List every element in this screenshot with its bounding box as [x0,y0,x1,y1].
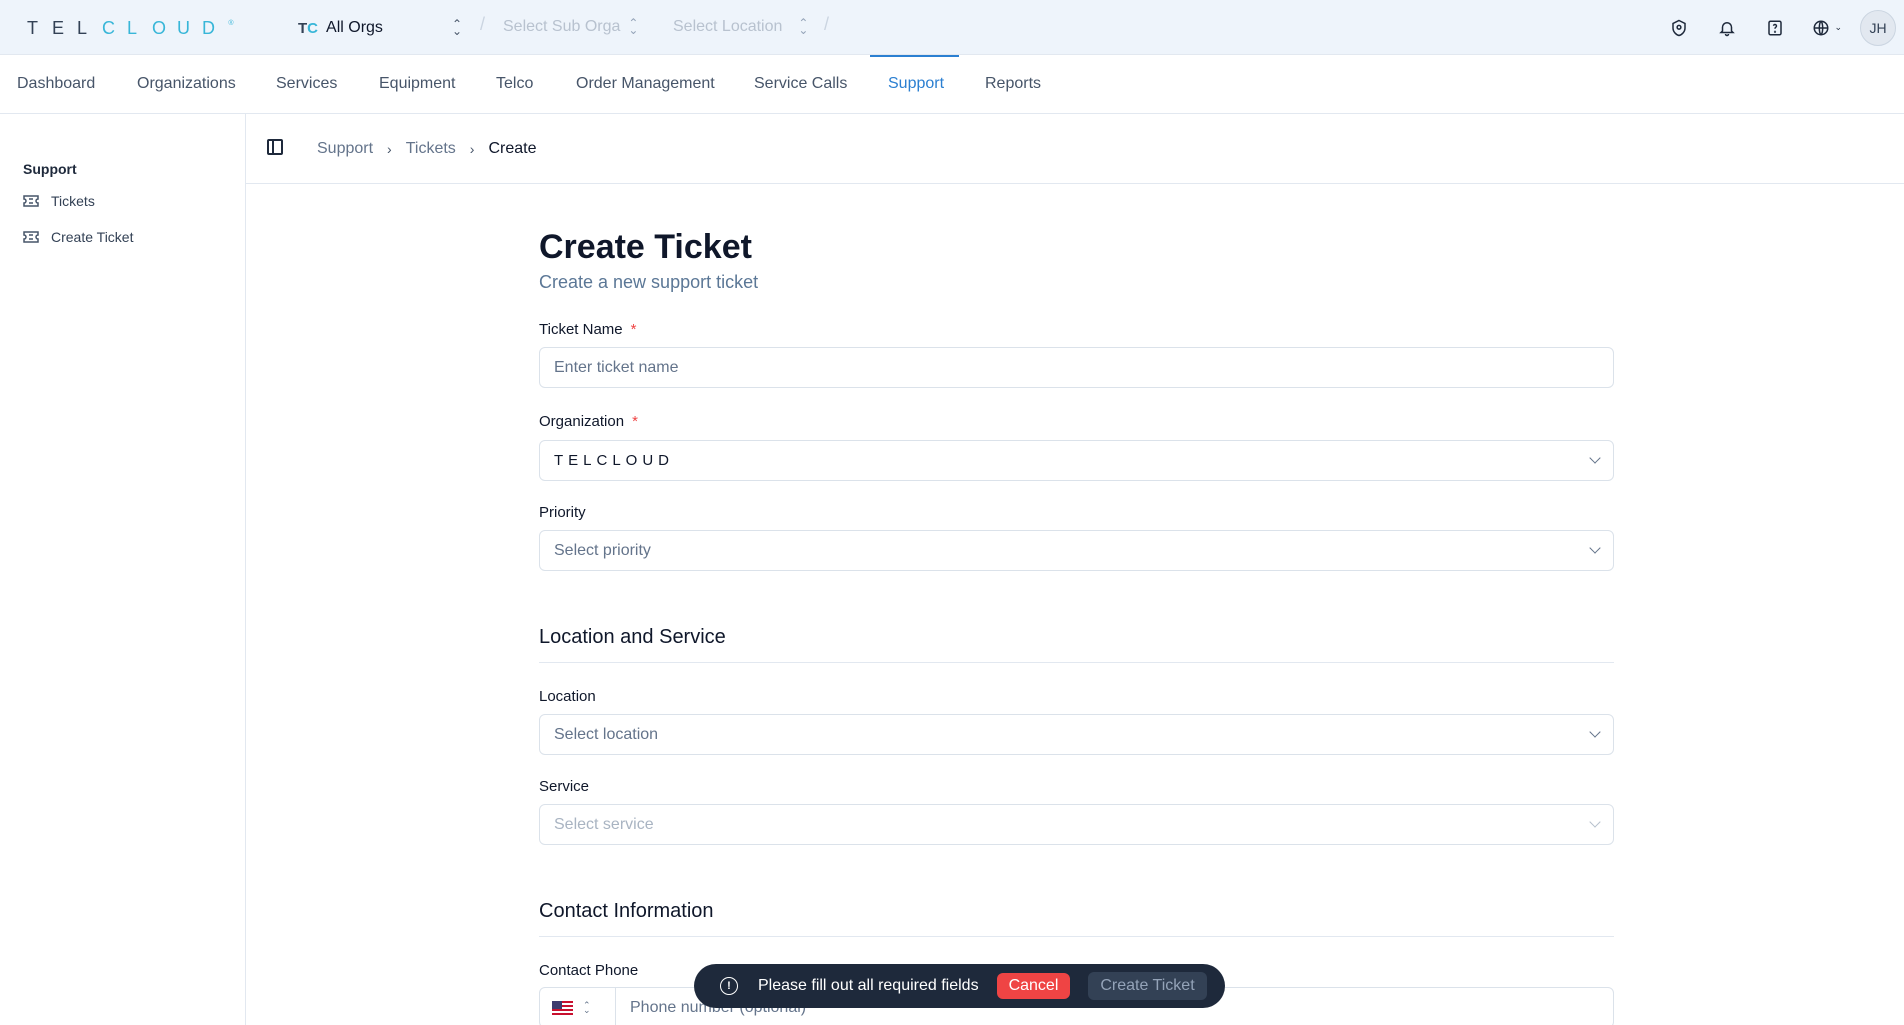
priority-select[interactable]: Select priority [539,530,1614,571]
breadcrumb-support[interactable]: Support [317,140,373,158]
top-bar: T E L C L O U D ® TC All Orgs ⌃ ⌄ / Selec… [0,0,1904,55]
chevron-updown-icon: ⌃ ⌄ [583,999,591,1015]
organization-label: Organization * [539,413,638,430]
chevron-right-icon: › [387,141,392,157]
alert-circle-icon: ! [720,977,738,995]
nav-reports[interactable]: Reports [985,75,1041,93]
chevron-right-icon: › [469,141,475,157]
breadcrumb-tickets[interactable]: Tickets [406,140,456,158]
location-label: Location [539,688,596,705]
org-switcher[interactable]: TC All Orgs ⌃ ⌄ [298,17,462,39]
organization-select[interactable]: TELCLOUD [539,440,1614,481]
nav-services[interactable]: Services [276,75,337,93]
nav-dashboard[interactable]: Dashboard [17,75,95,93]
ticket-name-input[interactable]: Enter ticket name [539,347,1614,388]
help-icon[interactable] [1764,17,1786,39]
top-actions: ⌄ JH [1642,0,1904,55]
separator: / [824,14,830,34]
shield-icon[interactable] [1668,17,1690,39]
divider [539,936,1614,937]
org-name: All Orgs [326,19,383,36]
toast-message: Please fill out all required fields [758,977,979,994]
sidebar: Support Tickets Create Ticket [0,114,246,1025]
cancel-button[interactable]: Cancel [996,973,1071,999]
create-ticket-button[interactable]: Create Ticket [1088,972,1207,1000]
ticket-icon [23,195,39,207]
page-subtitle: Create a new support ticket [539,272,759,292]
chevron-down-icon [1589,816,1601,828]
ticket-icon [23,231,39,243]
us-flag-icon [552,1000,573,1015]
chevron-down-icon [1589,726,1601,738]
breadcrumb-current: Create [488,140,537,157]
sidebar-toggle-icon[interactable] [267,139,283,155]
contact-phone-label: Contact Phone [539,962,639,979]
nav-service-calls[interactable]: Service Calls [754,75,847,93]
service-label: Service [539,778,590,795]
divider [539,662,1614,663]
active-tab-indicator [870,55,959,57]
location-section-title: Location and Service [539,626,726,648]
separator: / [480,14,486,34]
sidebar-item-create-ticket[interactable]: Create Ticket [23,229,133,245]
contact-section-title: Contact Information [539,900,714,922]
globe-icon [1813,20,1829,35]
ticket-name-label: Ticket Name * [539,321,637,338]
chevron-updown-icon: ⌃ ⌄ [628,16,639,37]
location-select[interactable]: Select location [539,714,1614,755]
nav-support[interactable]: Support [888,75,944,93]
sidebar-item-tickets[interactable]: Tickets [23,193,95,209]
chevron-updown-icon: ⌃ ⌄ [798,16,809,37]
nav-order-management[interactable]: Order Management [576,75,715,93]
bell-icon[interactable] [1716,17,1738,39]
nav-telco[interactable]: Telco [496,75,533,93]
sub-org-select[interactable]: Select Sub Orga ⌃ ⌄ [503,16,639,37]
service-select[interactable]: Select service [539,804,1614,845]
breadcrumb: Support › Tickets › Create [317,140,537,158]
chevron-down-icon: ⌄ [1834,22,1842,32]
user-avatar[interactable]: JH [1860,9,1896,46]
country-code-select[interactable]: ⌃ ⌄ [540,988,616,1025]
priority-label: Priority [539,504,586,521]
chevron-down-icon [1589,452,1601,464]
breadcrumb-bar: Support › Tickets › Create [246,114,1904,184]
chevron-updown-icon: ⌃ ⌄ [452,17,463,38]
language-selector[interactable]: ⌄ [1812,19,1842,37]
main-nav: Dashboard Organizations Services Equipme… [0,55,1904,114]
validation-toast: ! Please fill out all required fields Ca… [694,964,1225,1008]
page-title: Create Ticket [539,228,752,266]
sidebar-title: Support [23,161,77,177]
location-select[interactable]: Select Location ⌃ ⌄ [673,16,809,37]
nav-equipment[interactable]: Equipment [379,75,456,93]
nav-organizations[interactable]: Organizations [137,75,236,93]
telcloud-logo[interactable]: T E L C L O U D ® [27,18,235,39]
chevron-down-icon [1589,542,1601,554]
org-logo-icon: TC [298,19,319,37]
